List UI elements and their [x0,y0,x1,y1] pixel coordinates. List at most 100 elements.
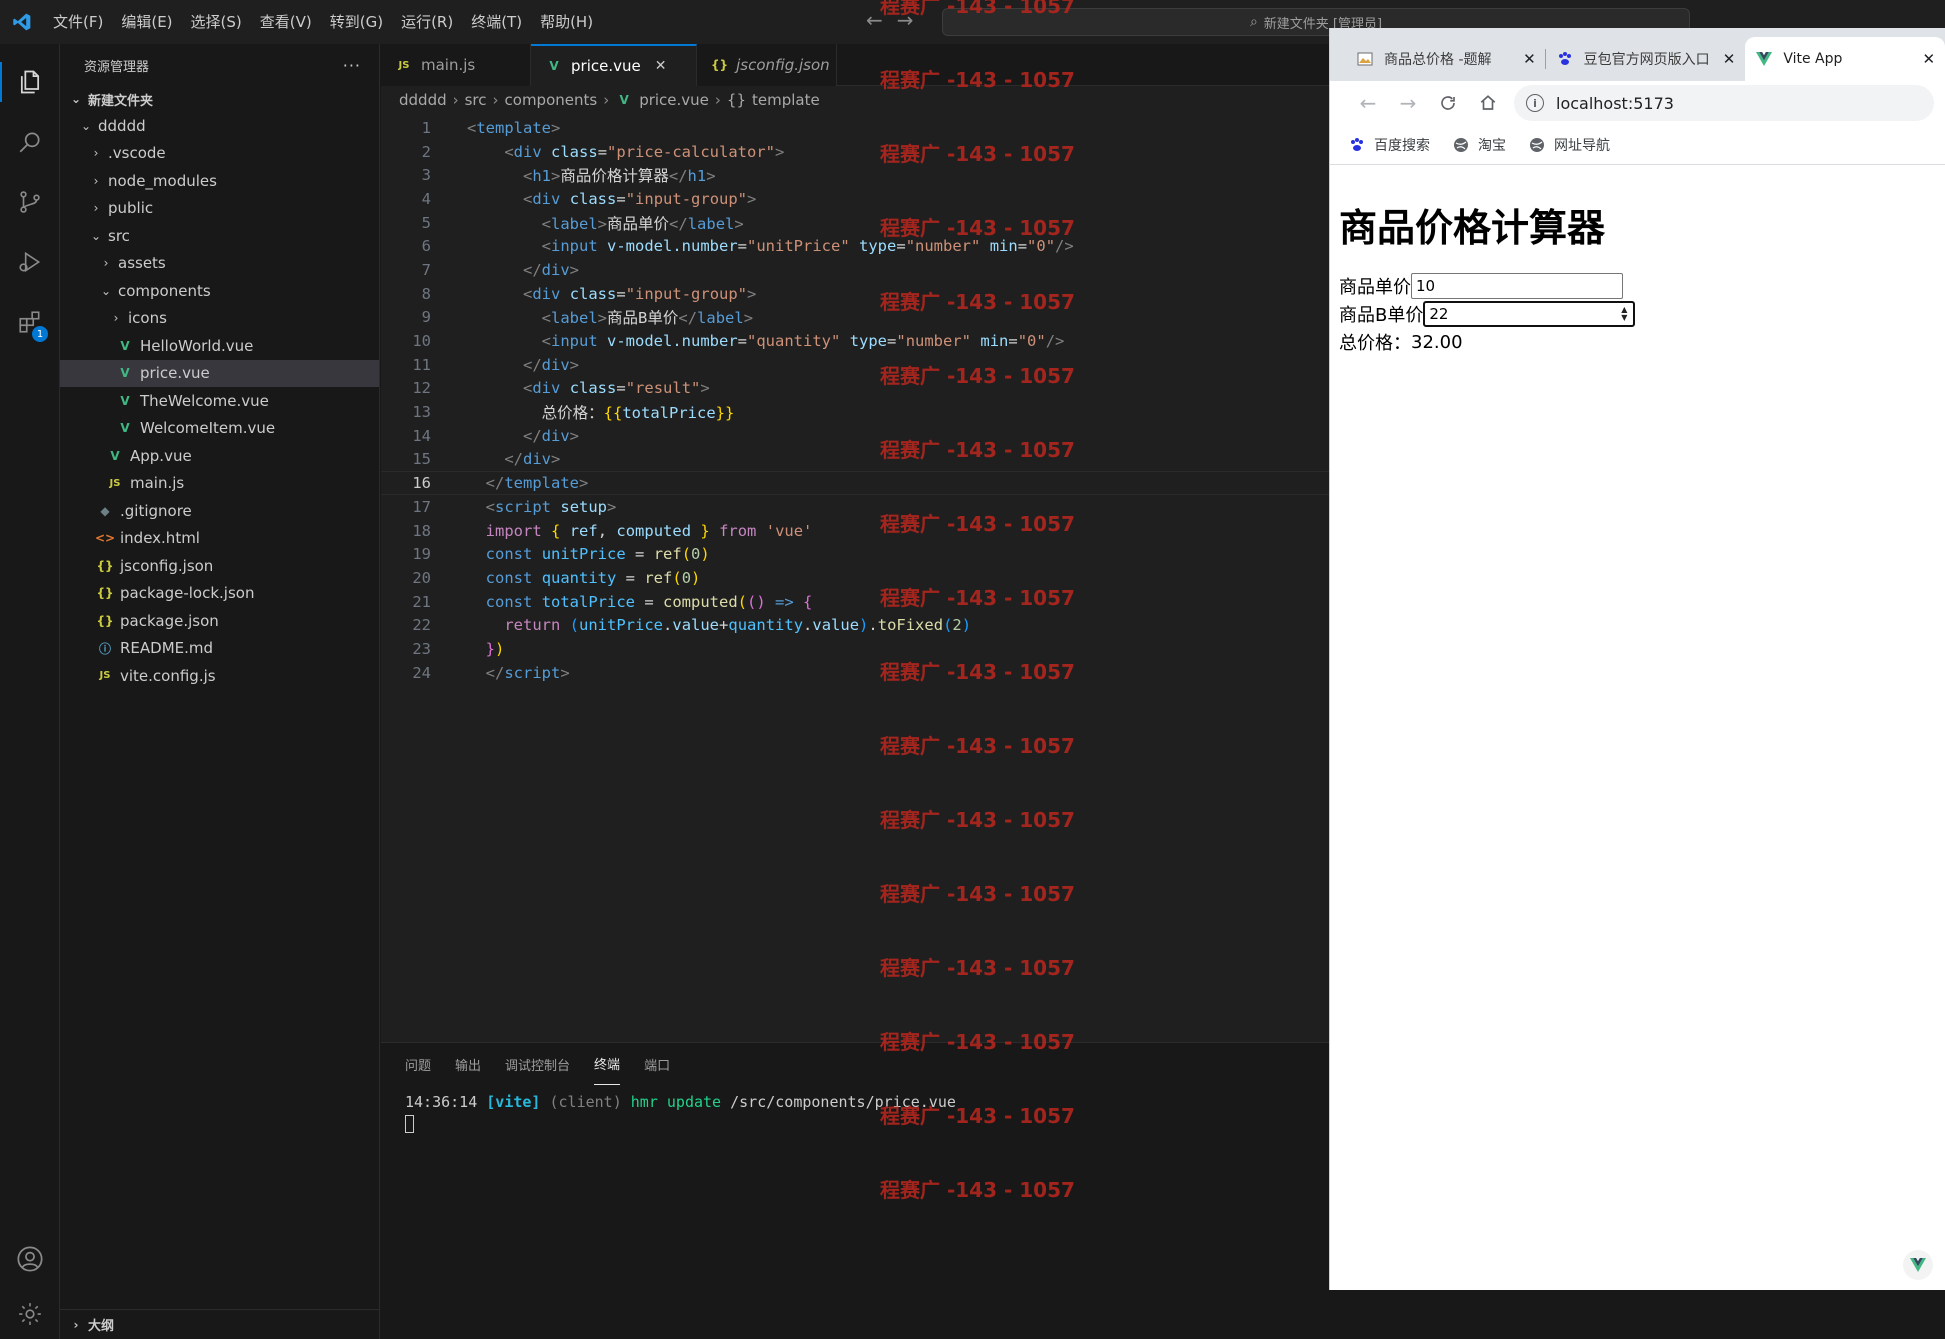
chevron-down-icon: ⌄ [100,283,112,298]
vue-file-icon: V [619,93,629,107]
outline-section[interactable]: › 大纲 [60,1309,379,1339]
bookmark-item[interactable]: 淘宝 [1452,135,1506,155]
folder-item[interactable]: ⌄ components [60,277,379,305]
gear-icon [19,1303,41,1325]
tree-item-label: HelloWorld.vue [140,336,254,355]
manage-activity[interactable] [0,1289,60,1339]
vue-devtools-icon[interactable] [1903,1250,1933,1280]
source-control-activity[interactable] [0,172,60,232]
menu-item[interactable]: 文件(F) [44,0,112,44]
code-line: 17 <script setup> [381,495,1330,519]
menu-item[interactable]: 查看(V) [251,0,321,44]
menu-item[interactable]: 运行(R) [392,0,462,44]
file-item[interactable]: {} package.json [60,607,379,635]
file-item[interactable]: ◆ .gitignore [60,497,379,525]
bookmark-item[interactable]: 网址导航 [1528,135,1610,155]
menu-item[interactable]: 帮助(H) [531,0,602,44]
folder-item[interactable]: ⌄ ddddd [60,112,379,140]
terminal[interactable]: 14:36:14 [vite] (client) hmr update /src… [381,1085,1330,1141]
code-view[interactable]: 1 <template> 2 <div class="price-calculato… [381,116,1330,685]
js-file-icon: JS [99,670,111,682]
close-icon[interactable]: ✕ [1723,50,1736,68]
file-item[interactable]: JS vite.config.js [60,662,379,690]
line-number: 12 [412,379,431,398]
address-bar[interactable]: i localhost:5173 [1514,85,1934,121]
code-text: <div class="input-group"> [523,284,757,303]
breadcrumb-item[interactable]: ddddd [399,91,447,109]
browser-tab[interactable]: 豆包官方网页版入口 ✕ [1546,37,1746,81]
spinner-icon[interactable]: ▲ ▼ [1621,306,1627,322]
close-icon[interactable]: ✕ [1523,50,1536,68]
breadcrumb-item[interactable]: price.vue [639,91,709,109]
bookmark-item[interactable]: 百度搜索 [1348,135,1430,155]
search-activity[interactable] [0,112,60,172]
code-text: return (unitPrice.value+quantity.value).… [504,616,972,635]
panel-tab[interactable]: 问题 [405,1043,431,1085]
quantity-input[interactable]: 22 ▲ ▼ [1423,301,1636,327]
result-label: 总价格： [1339,333,1411,354]
result-value: 32.00 [1411,331,1463,353]
panel-tabs: 问题 输出 调试控制台 终端 端口 [381,1043,1330,1085]
line-number: 9 [421,308,431,327]
line-number: 23 [412,639,431,658]
file-item[interactable]: ⓘ README.md [60,635,379,663]
more-actions-icon[interactable]: ··· [343,56,361,75]
menu-item[interactable]: 选择(S) [182,0,251,44]
folder-item[interactable]: › node_modules [60,167,379,195]
menu-item[interactable]: 终端(T) [462,0,531,44]
file-item[interactable]: V HelloWorld.vue [60,332,379,360]
unit-price-input[interactable]: 10 [1411,273,1623,299]
browser-back-icon[interactable]: ← [1348,83,1388,123]
vue-file-icon: V [110,448,120,463]
panel-tab[interactable]: 终端 [594,1043,621,1085]
image-favicon-icon [1356,50,1374,68]
accounts-activity[interactable] [0,1229,60,1289]
file-item[interactable]: JS main.js [60,470,379,498]
editor-tab[interactable]: {} jsconfig.json [697,44,837,86]
folder-item[interactable]: › public [60,195,379,223]
close-icon[interactable]: ✕ [1922,50,1935,68]
code-text: </script> [485,663,570,682]
editor-tab-label: main.js [421,56,476,74]
file-item[interactable]: V App.vue [60,442,379,470]
browser-tab[interactable]: 商品总价格 -题解 ✕ [1346,37,1546,81]
reload-icon[interactable] [1428,83,1468,123]
breadcrumb-item[interactable]: src [465,91,487,109]
workspace-root[interactable]: ⌄ 新建文件夹 [60,86,379,112]
file-item[interactable]: Vprice.vue [60,359,379,387]
panel-tab[interactable]: 端口 [644,1043,670,1085]
panel-tab[interactable]: 输出 [455,1043,481,1085]
code-text: <script setup> [485,497,617,516]
menu-item[interactable]: 转到(G) [321,0,392,44]
folder-item[interactable]: ⌄ src [60,222,379,250]
file-item[interactable]: {} package-lock.json [60,580,379,608]
chevron-right-icon: › [103,256,109,271]
menu-item[interactable]: 编辑(E) [112,0,181,44]
extensions-activity[interactable]: 1 [0,292,60,352]
panel-tab[interactable]: 调试控制台 [505,1043,570,1085]
tree-item-label: node_modules [108,171,217,190]
file-item[interactable]: V WelcomeItem.vue [60,415,379,443]
run-debug-activity[interactable] [0,232,60,292]
file-item[interactable]: V TheWelcome.vue [60,387,379,415]
breadcrumb-item[interactable]: components [505,91,598,109]
home-icon[interactable] [1468,83,1508,123]
file-item[interactable]: <> index.html [60,525,379,553]
folder-item[interactable]: › .vscode [60,140,379,168]
line-number: 5 [421,213,431,232]
close-icon[interactable]: ✕ [655,58,667,74]
explorer-activity[interactable] [0,52,60,112]
folder-item[interactable]: › icons [60,305,379,333]
browser-forward-icon[interactable]: → [1388,83,1428,123]
browser-tab[interactable]: Vite App ✕ [1745,37,1945,81]
folder-item[interactable]: › assets [60,250,379,278]
terminal-hmr: hmr update [630,1093,722,1111]
editor-tab[interactable]: Vprice.vue ✕ [531,44,697,86]
file-item[interactable]: {} jsconfig.json [60,552,379,580]
editor-tab[interactable]: JS main.js [381,44,531,86]
symbol-icon: {} [726,91,747,109]
code-line: 18 import { ref, computed } from 'vue' [381,519,1330,543]
breadcrumb-item[interactable]: template [752,91,820,109]
code-line: 3 <h1>商品价格计算器</h1> [381,163,1330,187]
site-info-icon[interactable]: i [1526,94,1544,112]
